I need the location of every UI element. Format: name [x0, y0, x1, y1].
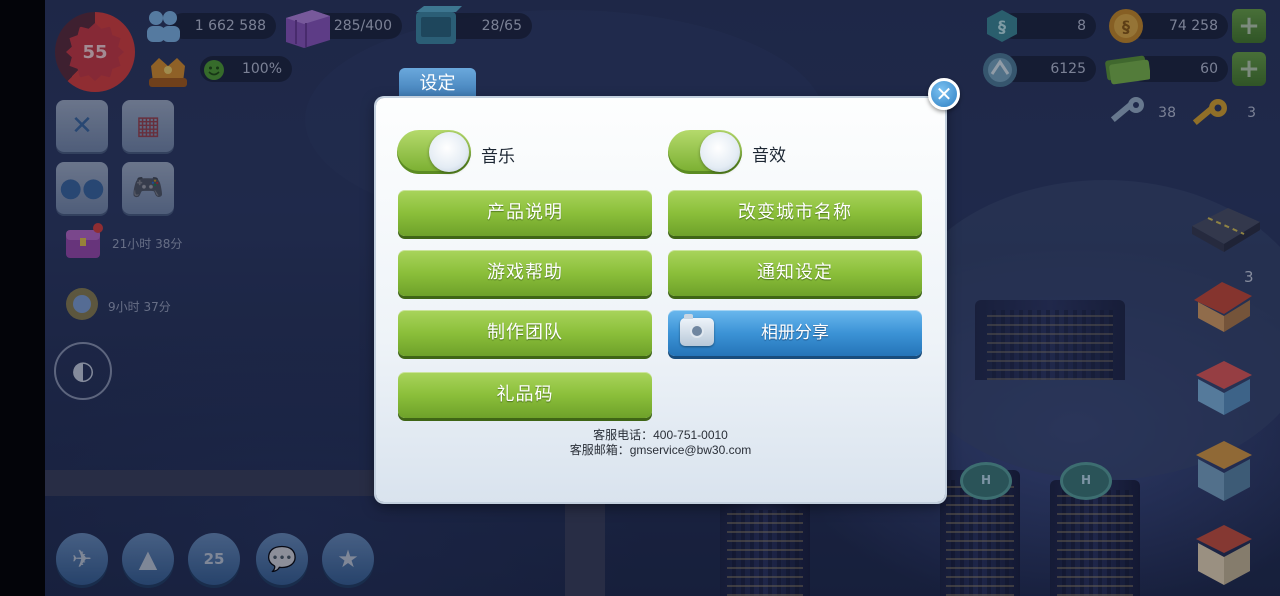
- close-icon: ✕: [935, 82, 953, 106]
- music-toggle[interactable]: [397, 130, 471, 174]
- music-label: 音乐: [481, 147, 515, 167]
- service-email: 客服邮箱：gmservice@bw30.com: [569, 443, 752, 457]
- settings-tab: 设定: [399, 68, 476, 100]
- sfx-toggle[interactable]: [668, 130, 742, 174]
- settings-title: 设定: [419, 73, 456, 94]
- close-button[interactable]: ✕: [928, 78, 960, 110]
- sfx-label: 音效: [752, 146, 786, 166]
- album-share-button[interactable]: 相册分享: [668, 310, 922, 356]
- gift-code-button[interactable]: 礼品码: [398, 372, 652, 418]
- game-help-button[interactable]: 游戏帮助: [398, 250, 652, 296]
- product-info-button[interactable]: 产品说明: [398, 190, 652, 236]
- toggle-knob: [429, 132, 469, 172]
- album-share-label: 相册分享: [761, 323, 829, 343]
- rename-city-button[interactable]: 改变城市名称: [668, 190, 922, 236]
- credits-button[interactable]: 制作团队: [398, 310, 652, 356]
- notification-settings-button[interactable]: 通知设定: [668, 250, 922, 296]
- toggle-knob: [700, 132, 740, 172]
